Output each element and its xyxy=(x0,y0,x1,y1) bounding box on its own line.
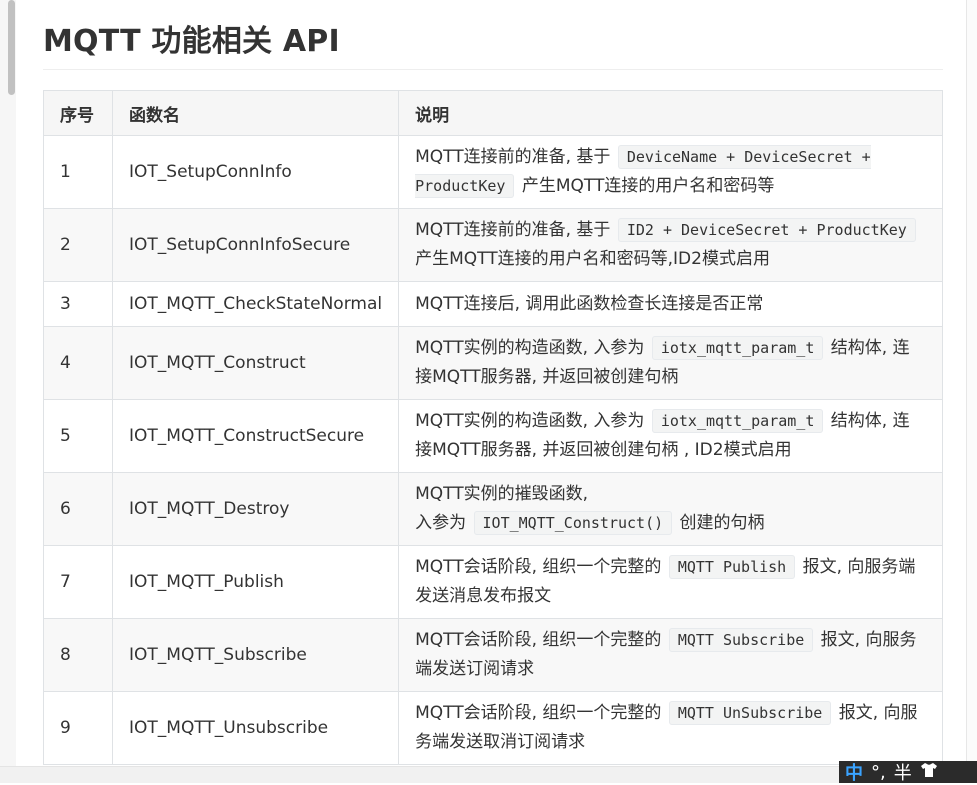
shirt-icon[interactable] xyxy=(920,762,938,783)
ime-width-indicator[interactable]: 半 xyxy=(894,759,912,785)
function-description: MQTT实例的构造函数, 入参为 iotx_mqtt_param_t 结构体, … xyxy=(398,326,943,400)
description-text: MQTT会话阶段, 组织一个完整的 xyxy=(415,703,667,723)
right-scrollbar-edge xyxy=(966,0,977,783)
ime-mode-indicator[interactable]: 中 xyxy=(845,759,863,785)
function-description: MQTT连接后, 调用此函数检查长连接是否正常 xyxy=(398,281,943,327)
header-function-name: 函数名 xyxy=(111,90,400,136)
table-row: 2 IOT_SetupConnInfoSecure MQTT连接前的准备, 基于 I… xyxy=(43,208,943,282)
description-text: MQTT实例的构造函数, 入参为 xyxy=(415,411,650,431)
inline-code: MQTT UnSubscribe xyxy=(668,701,832,725)
table-row: 5 IOT_MQTT_ConstructSecure MQTT实例的构造函数, 入参… xyxy=(43,399,943,473)
section-title: MQTT 功能相关 API xyxy=(43,24,340,59)
row-number: 4 xyxy=(43,326,113,400)
function-name: IOT_MQTT_Construct xyxy=(111,326,400,400)
header-no: 序号 xyxy=(43,90,113,136)
description-text: MQTT实例的摧毁函数, xyxy=(415,484,589,504)
table-row: 4 IOT_MQTT_Construct MQTT实例的构造函数, 入参为 iotx… xyxy=(43,326,943,400)
row-number: 9 xyxy=(43,691,113,765)
inline-code: ID2 + DeviceSecret + ProductKey xyxy=(617,218,916,242)
function-description: MQTT会话阶段, 组织一个完整的 MQTT Publish 报文, 向服务端发… xyxy=(398,545,943,619)
description-text: 创建的句柄 xyxy=(674,513,765,533)
function-name: IOT_SetupConnInfoSecure xyxy=(111,208,400,282)
header-description: 说明 xyxy=(398,90,943,136)
description-text: MQTT连接前的准备, 基于 xyxy=(415,220,616,240)
table-row: 3 IOT_MQTT_CheckStateNormal MQTT连接后, 调用此函数… xyxy=(43,281,943,327)
inline-code: iotx_mqtt_param_t xyxy=(651,336,824,360)
description-text: MQTT会话阶段, 组织一个完整的 xyxy=(415,630,667,650)
table-row: 9 IOT_MQTT_Unsubscribe MQTT会话阶段, 组织一个完整的 M… xyxy=(43,691,943,765)
table-row: 8 IOT_MQTT_Subscribe MQTT会话阶段, 组织一个完整的 MQT… xyxy=(43,618,943,692)
function-name: IOT_MQTT_CheckStateNormal xyxy=(111,281,400,327)
scrollbar-thumb[interactable] xyxy=(8,0,15,95)
row-number: 7 xyxy=(43,545,113,619)
ime-toolbar[interactable]: 中 °, 半 xyxy=(839,759,977,785)
horizontal-scrollbar[interactable] xyxy=(0,766,977,783)
ime-punctuation-indicator[interactable]: °, xyxy=(871,762,886,783)
function-description: MQTT会话阶段, 组织一个完整的 MQTT UnSubscribe 报文, 向… xyxy=(398,691,943,765)
function-name: IOT_MQTT_Unsubscribe xyxy=(111,691,400,765)
function-description: MQTT实例的摧毁函数, 入参为 IOT_MQTT_Construct() 创建… xyxy=(398,472,943,546)
description-text: 产生MQTT连接的用户名和密码等 xyxy=(516,176,775,196)
row-number: 5 xyxy=(43,399,113,473)
description-text: 入参为 xyxy=(415,513,472,533)
description-text: MQTT连接前的准备, 基于 xyxy=(415,147,616,167)
api-table: 序号 函数名 说明 1 IOT_SetupConnInfo MQTT连接前的准备, … xyxy=(43,90,943,765)
function-description: MQTT实例的构造函数, 入参为 iotx_mqtt_param_t 结构体, … xyxy=(398,399,943,473)
inline-code: iotx_mqtt_param_t xyxy=(651,409,824,433)
function-name: IOT_MQTT_Publish xyxy=(111,545,400,619)
table-row: 1 IOT_SetupConnInfo MQTT连接前的准备, 基于 DeviceN… xyxy=(43,135,943,209)
function-name: IOT_MQTT_ConstructSecure xyxy=(111,399,400,473)
function-name: IOT_MQTT_Destroy xyxy=(111,472,400,546)
function-description: MQTT会话阶段, 组织一个完整的 MQTT Subscribe 报文, 向服务… xyxy=(398,618,943,692)
description-text: MQTT实例的构造函数, 入参为 xyxy=(415,338,650,358)
function-name: IOT_SetupConnInfo xyxy=(111,135,400,209)
row-number: 1 xyxy=(43,135,113,209)
description-text: MQTT会话阶段, 组织一个完整的 xyxy=(415,557,667,577)
inline-code: MQTT Subscribe xyxy=(668,628,814,652)
row-number: 3 xyxy=(43,281,113,327)
vertical-scrollbar[interactable] xyxy=(0,0,16,783)
row-number: 2 xyxy=(43,208,113,282)
table-header-row: 序号 函数名 说明 xyxy=(43,90,943,136)
description-text: 产生MQTT连接的用户名和密码等,ID2模式启用 xyxy=(415,249,770,269)
row-number: 8 xyxy=(43,618,113,692)
row-number: 6 xyxy=(43,472,113,546)
description-text: MQTT连接后, 调用此函数检查长连接是否正常 xyxy=(415,293,764,314)
table-row: 7 IOT_MQTT_Publish MQTT会话阶段, 组织一个完整的 MQTT … xyxy=(43,545,943,619)
inline-code: IOT_MQTT_Construct() xyxy=(473,511,673,535)
function-description: MQTT连接前的准备, 基于 DeviceName + DeviceSecret… xyxy=(398,135,943,209)
function-description: MQTT连接前的准备, 基于 ID2 + DeviceSecret + Prod… xyxy=(398,208,943,282)
function-name: IOT_MQTT_Subscribe xyxy=(111,618,400,692)
inline-code: MQTT Publish xyxy=(668,555,796,579)
table-row: 6 IOT_MQTT_Destroy MQTT实例的摧毁函数, 入参为 IOT_MQ… xyxy=(43,472,943,546)
title-divider xyxy=(43,69,943,70)
